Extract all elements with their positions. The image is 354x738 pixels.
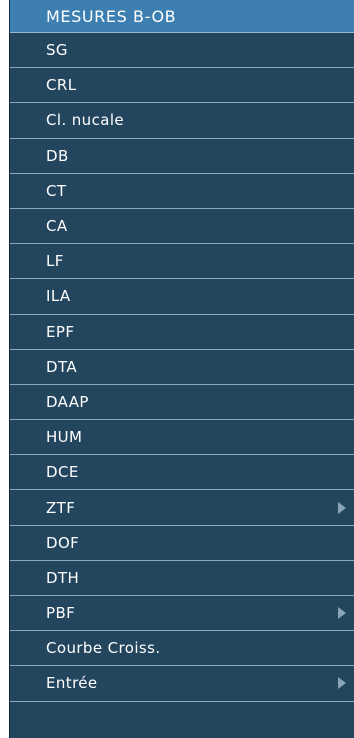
menu-item-db[interactable]: DB — [10, 139, 354, 174]
menu-item-label: DAAP — [46, 392, 89, 411]
menu-item-label: Entrée — [46, 674, 98, 693]
menu-item-label: LF — [46, 252, 64, 271]
submenu-arrow-icon — [338, 607, 346, 620]
menu-item-label: DTH — [46, 568, 80, 587]
menu-item-label: ZTF — [46, 498, 76, 517]
menu-item-label: DB — [46, 146, 69, 165]
menu-item-crl[interactable]: CRL — [10, 68, 354, 104]
submenu-arrow-icon — [338, 677, 346, 690]
menu-item-courbe-croiss[interactable]: Courbe Croiss. — [10, 631, 354, 667]
menu-item-dof[interactable]: DOF — [10, 526, 354, 561]
menu-item-label: Courbe Croiss. — [46, 639, 161, 658]
menu-item-label: CT — [46, 181, 67, 200]
menu-item-daap[interactable]: DAAP — [10, 385, 354, 421]
submenu-arrow-icon — [338, 501, 346, 514]
menu-item-label: DOF — [46, 533, 80, 552]
menu-item-dth[interactable]: DTH — [10, 561, 354, 596]
menu-item-hum[interactable]: HUM — [10, 420, 354, 456]
menu-item-lf[interactable]: LF — [10, 244, 354, 280]
menu-item-dta[interactable]: DTA — [10, 350, 354, 385]
menu-item-label: ILA — [46, 287, 71, 306]
menu-item-pbf[interactable]: PBF — [10, 596, 354, 632]
menu-item-label: DTA — [46, 357, 78, 376]
menu-item-ila[interactable]: ILA — [10, 279, 354, 315]
menu-item-label: Cl. nucale — [46, 111, 125, 130]
menu-item-label: CA — [46, 217, 68, 236]
menu-item-cl-nucale[interactable]: Cl. nucale — [10, 103, 354, 139]
menu-items-list: SG CRL Cl. nucale DB CT CA LF ILA EPF DTA DAAP HUM D… — [10, 33, 354, 702]
measurements-menu: MESURES B-OB SG CRL Cl. nucale DB CT CA LF ILA E… — [9, 0, 354, 738]
menu-title: MESURES B-OB — [10, 0, 354, 33]
menu-item-entree[interactable]: Entrée — [10, 666, 354, 702]
menu-item-label: PBF — [46, 604, 76, 623]
menu-item-ct[interactable]: CT — [10, 174, 354, 209]
menu-item-label: HUM — [46, 428, 83, 447]
menu-item-dce[interactable]: DCE — [10, 455, 354, 491]
menu-item-label: EPF — [46, 322, 75, 341]
menu-item-ca[interactable]: CA — [10, 209, 354, 245]
menu-item-ztf[interactable]: ZTF — [10, 490, 354, 526]
menu-item-label: DCE — [46, 463, 79, 482]
menu-item-sg[interactable]: SG — [10, 33, 354, 69]
menu-item-label: SG — [46, 41, 68, 60]
menu-item-epf[interactable]: EPF — [10, 315, 354, 350]
menu-item-label: CRL — [46, 76, 77, 95]
